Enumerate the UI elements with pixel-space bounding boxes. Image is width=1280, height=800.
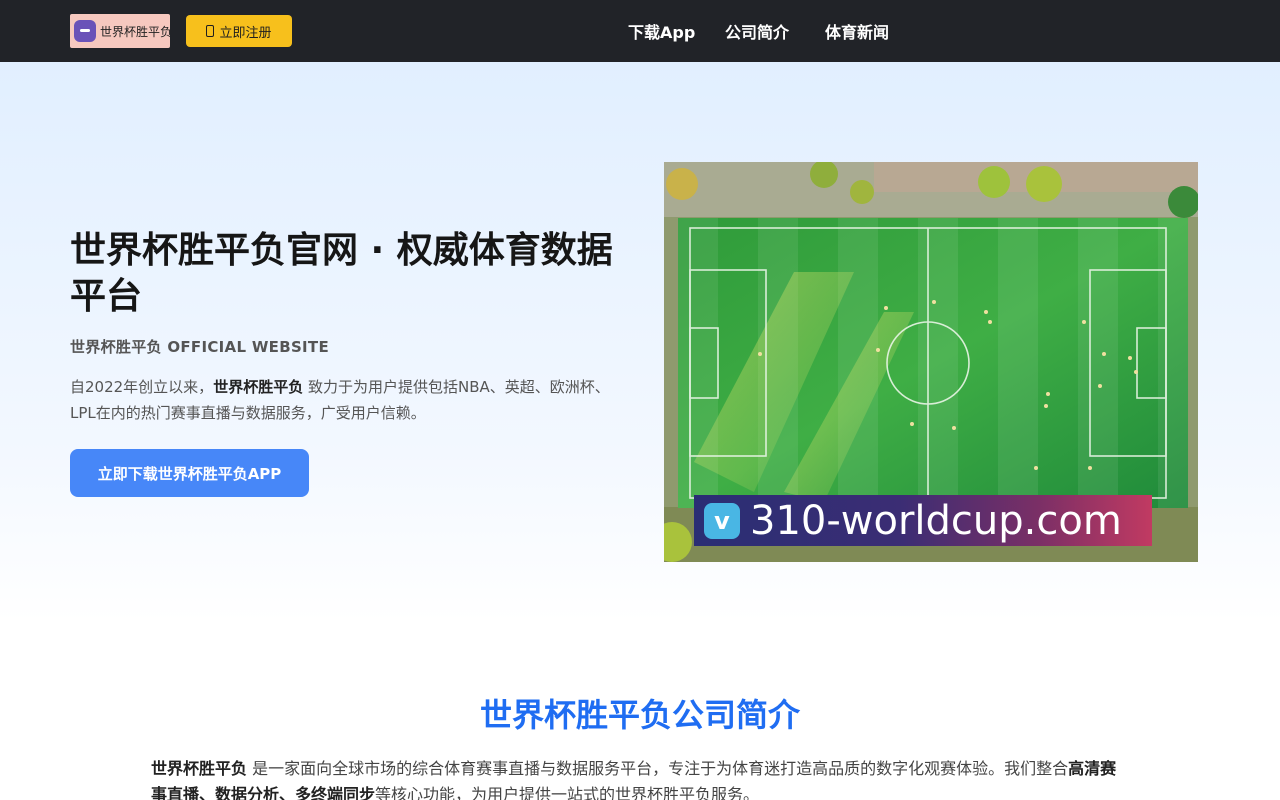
nav-item-download-app[interactable]: 下载App — [628, 19, 695, 43]
about-text-part1: 是一家面向全球市场的综合体育赛事直播与数据服务平台，专注于为体育迷打造高品质的数… — [247, 759, 1069, 778]
player — [1044, 404, 1048, 408]
hero-subtitle: 世界杯胜平负 OFFICIAL WEBSITE — [70, 338, 330, 356]
site-logo[interactable]: 世界杯胜平负 — [70, 14, 170, 48]
player — [1088, 466, 1092, 470]
watermark-text: 310-worldcup.com — [750, 497, 1122, 544]
player — [988, 320, 992, 324]
about-section-text: 世界杯胜平负 是一家面向全球市场的综合体育赛事直播与数据服务平台，专注于为体育迷… — [151, 756, 1131, 800]
domain-watermark: v 310-worldcup.com — [694, 495, 1152, 546]
player — [1098, 384, 1102, 388]
tree — [666, 168, 698, 200]
about-text-part2: 等核心功能，为用户提供一站式的世界杯胜平负服务。 — [375, 785, 760, 800]
player — [932, 300, 936, 304]
player — [952, 426, 956, 430]
phone-icon — [206, 25, 215, 37]
player — [884, 306, 888, 310]
player — [910, 422, 914, 426]
player — [758, 352, 762, 356]
player — [876, 348, 880, 352]
player — [1082, 320, 1086, 324]
app-logo-icon — [74, 20, 96, 42]
nav-item-sports-news[interactable]: 体育新闻 — [825, 19, 889, 43]
about-brand: 世界杯胜平负 — [151, 759, 248, 778]
register-button[interactable]: 立即注册 — [186, 15, 292, 47]
tree — [978, 166, 1010, 198]
logo-text: 世界杯胜平负 — [100, 24, 170, 39]
player — [1102, 352, 1106, 356]
tree — [850, 180, 874, 204]
download-app-button[interactable]: 立即下载世界杯胜平负APP — [70, 449, 309, 497]
hero-title: 世界杯胜平负官网 · 权威体育数据平台 — [70, 230, 613, 317]
player — [1134, 370, 1138, 374]
football-pitch-image: v 310-worldcup.com — [664, 162, 1198, 562]
about-section-title: 世界杯胜平负公司简介 — [479, 696, 800, 734]
top-navbar: 世界杯胜平负 立即注册 下载App 公司简介 体育新闻 — [0, 0, 1280, 62]
vimeo-icon: v — [704, 502, 740, 539]
hero-description: 自2022年创立以来，世界杯胜平负 致力于为用户提供包括NBA、英超、欧洲杯、L… — [70, 374, 615, 426]
player — [1046, 392, 1050, 396]
player — [1034, 466, 1038, 470]
hero-section: 世界杯胜平负官网 · 权威体育数据平台 世界杯胜平负 OFFICIAL WEBS… — [0, 62, 1280, 622]
hero-desc-prefix: 自2022年创立以来， — [70, 378, 214, 396]
nav-item-company-intro[interactable]: 公司简介 — [725, 19, 789, 43]
register-button-label: 立即注册 — [219, 25, 272, 41]
player — [1128, 356, 1132, 360]
hero-desc-brand: 世界杯胜平负 — [213, 378, 304, 396]
player — [984, 310, 988, 314]
tree — [1026, 166, 1062, 202]
